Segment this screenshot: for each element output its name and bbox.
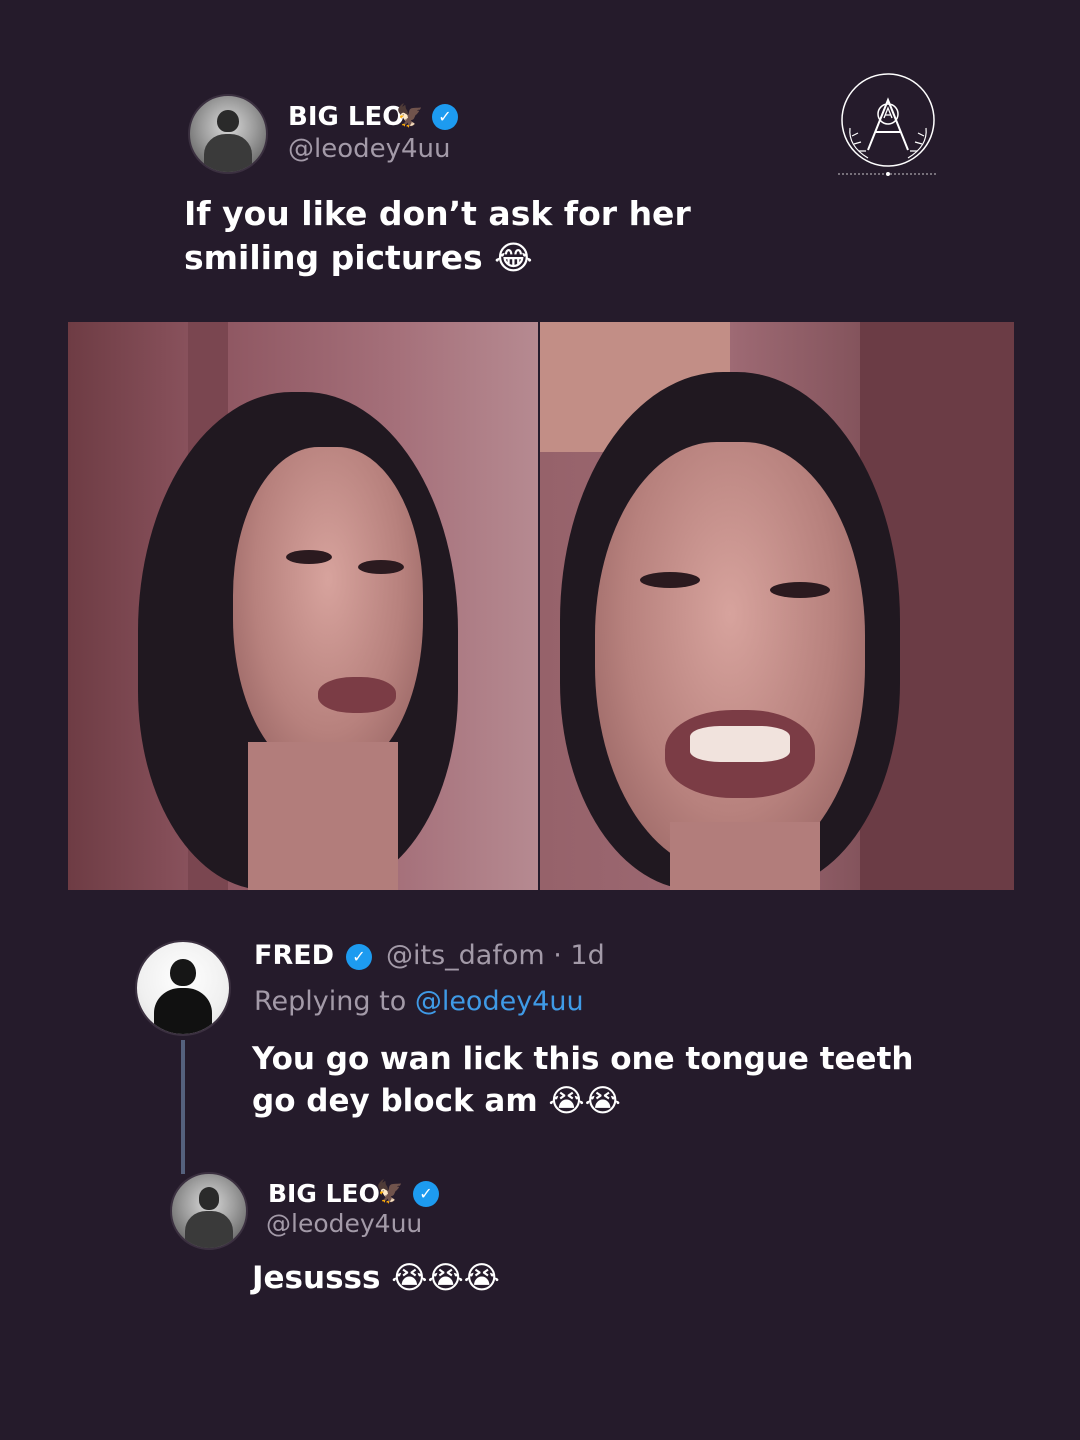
brand-logo: [838, 70, 938, 180]
replying-to-line: Replying to @leodey4uu: [254, 986, 584, 1018]
verified-badge-icon: ✓: [413, 1181, 439, 1207]
replying-to-handle-link[interactable]: @leodey4uu: [415, 986, 584, 1017]
tweet-photo-left[interactable]: [68, 322, 538, 890]
reply-tweet-text: You go wan lick this one tongue teeth go…: [252, 1041, 914, 1119]
main-author-name[interactable]: BIG LEO: [288, 102, 404, 132]
big-leo-avatar[interactable]: [188, 94, 268, 174]
fred-avatar[interactable]: [135, 940, 231, 1036]
verified-badge-icon: ✓: [432, 104, 458, 130]
big-leo-avatar-small[interactable]: [170, 1172, 248, 1250]
nested-author-name[interactable]: BIG LEO: [268, 1179, 380, 1209]
thread-connector-line: [181, 1040, 185, 1174]
main-tweet-text: If you like don’t ask for her smiling pi…: [184, 194, 691, 277]
main-author-handle[interactable]: @leodey4uu: [288, 134, 451, 164]
reply-handle-and-time[interactable]: @its_dafom · 1d: [386, 940, 605, 972]
replying-to-prefix: Replying to: [254, 986, 415, 1017]
eagle-emoji: 🦅: [376, 1180, 404, 1205]
tweet-photo-right[interactable]: [540, 322, 1014, 890]
reply-author-name[interactable]: FRED: [254, 940, 334, 972]
nested-reply-text: Jesusss 😭😭😭: [252, 1260, 500, 1296]
verified-badge-icon: ✓: [346, 944, 372, 970]
eagle-emoji: 🦅: [396, 104, 424, 129]
nested-author-handle[interactable]: @leodey4uu: [266, 1209, 422, 1239]
